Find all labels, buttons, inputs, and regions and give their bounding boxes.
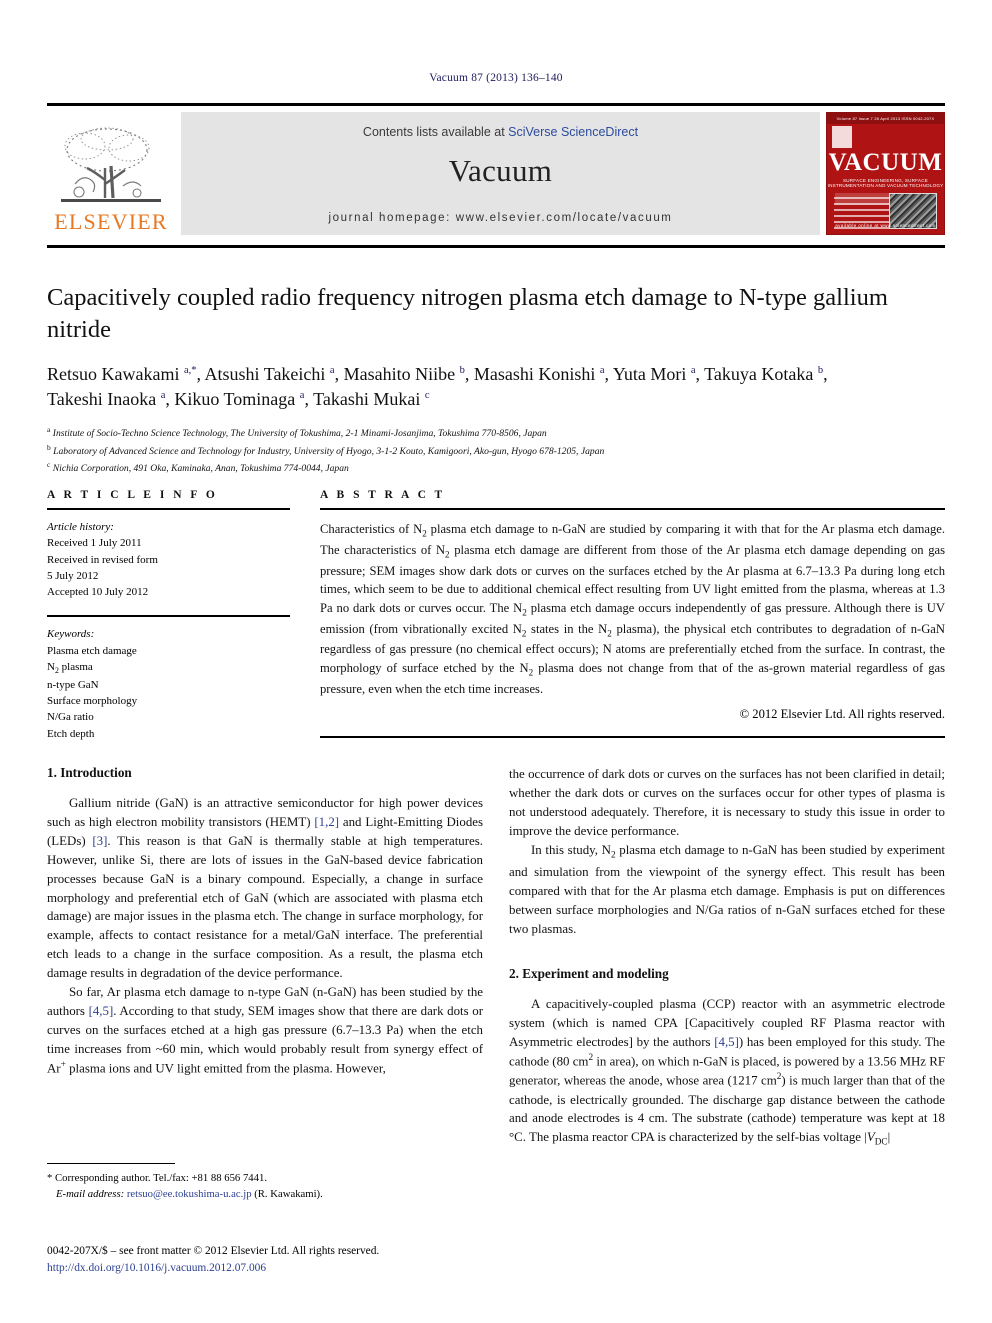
author-line-2: Takeshi Inaoka a, Kikuo Tominaga a, Taka… (47, 389, 430, 410)
intro-paragraph-3: the occurrence of dark dots or curves on… (509, 767, 945, 838)
journal-cover-thumbnail: Volume 87 Issue 7 28 April 2013 ISSN 004… (826, 112, 945, 235)
cover-title: VACUUM (828, 149, 943, 176)
info-abstract-row: A R T I C L E I N F O Article history: R… (47, 489, 945, 742)
email-label: E-mail address: (56, 1188, 125, 1201)
sciencedirect-link[interactable]: SciVerse ScienceDirect (508, 125, 638, 139)
abstract-bottom-rule (320, 736, 945, 739)
keyword-item: N2 plasma (47, 660, 93, 676)
body-right-column: the occurrence of dark dots or curves on… (509, 765, 945, 1151)
article-info-rule (47, 508, 290, 510)
cover-elsevier-mark-icon (832, 126, 852, 148)
citation-3[interactable]: [3] (92, 834, 107, 848)
cover-subtitle: SURFACE ENGINEERING, SURFACE INSTRUMENTA… (827, 178, 944, 188)
experiment-paragraph-1: A capacitively-coupled plasma (CCP) reac… (509, 997, 946, 1148)
article-info-heading: A R T I C L E I N F O (47, 489, 218, 501)
email-suffix: (R. Kawakami). (254, 1188, 323, 1201)
title-block: Capacitively coupled radio frequency nit… (47, 245, 945, 477)
citation-4-5-b[interactable]: [4,5] (714, 1035, 739, 1049)
affiliation-b: b Laboratory of Advanced Science and Tec… (47, 442, 605, 457)
intro-paragraph-2: So far, Ar plasma etch damage to n-type … (47, 985, 483, 1075)
journal-homepage[interactable]: journal homepage: www.elsevier.com/locat… (181, 212, 820, 224)
author-line-1: Retsuo Kawakami a,*, Atsushi Takeichi a,… (47, 363, 828, 384)
history-item: 5 July 2012 (47, 569, 99, 582)
keywords-list: Plasma etch damage N2 plasma n-type GaN … (47, 643, 290, 742)
journal-title: Vacuum (448, 153, 553, 188)
citation-4-5[interactable]: [4,5] (89, 1004, 114, 1018)
history-item: Accepted 10 July 2012 (47, 586, 149, 599)
section-heading-introduction: 1. Introduction (47, 765, 132, 780)
history-item: Received 1 July 2011 (47, 537, 142, 550)
affiliation-c-text: Nichia Corporation, 491 Oka, Kaminaka, A… (52, 463, 349, 475)
keyword-item: Etch depth (47, 727, 95, 740)
body-left-column: 1. Introduction Gallium nitride (GaN) is… (47, 765, 483, 1151)
cover-top-strip: Volume 87 Issue 7 28 April 2013 ISSN 004… (827, 113, 944, 124)
abstract-copyright: © 2012 Elsevier Ltd. All rights reserved… (739, 707, 945, 722)
contents-available-line: Contents lists available at SciVerse Sci… (181, 112, 820, 139)
email-note: E-mail address: retsuo@ee.tokushima-u.ac… (47, 1186, 483, 1202)
author-list: Retsuo Kawakami a,*, Atsushi Takeichi a,… (47, 362, 945, 413)
abstract-rule (320, 508, 945, 510)
corresponding-author-note: * Corresponding author. Tel./fax: +81 88… (47, 1172, 267, 1184)
page-footer: 0042-207X/$ – see front matter © 2012 El… (47, 1243, 547, 1277)
doi-link[interactable]: http://dx.doi.org/10.1016/j.vacuum.2012.… (47, 1260, 547, 1277)
article-history-label: Article history: (47, 521, 114, 533)
abstract-heading: A B S T R A C T (320, 489, 446, 501)
issn-copyright-line: 0042-207X/$ – see front matter © 2012 El… (47, 1245, 380, 1257)
running-head: Vacuum 87 (2013) 136–140 (429, 72, 563, 84)
footnote-block: * Corresponding author. Tel./fax: +81 88… (47, 1163, 483, 1203)
affiliation-b-text: Laboratory of Advanced Science and Techn… (53, 445, 605, 457)
abstract-text: Characteristics of N2 plasma etch damage… (320, 522, 945, 696)
affiliation-list: a Institute of Socio-Techno Science Tech… (47, 424, 945, 477)
paper-page: Vacuum 87 (2013) 136–140 ELSEVIER Conten… (0, 0, 992, 1323)
keyword-item: N/Ga ratio (47, 711, 94, 724)
intro-paragraph-4: In this study, N2 plasma etch damage to … (509, 842, 945, 936)
elsevier-wordmark: ELSEVIER (54, 209, 168, 234)
section-heading-experiment: 2. Experiment and modeling (509, 966, 669, 982)
elsevier-tree-icon (61, 127, 161, 202)
page-title: Capacitively coupled radio frequency nit… (47, 284, 888, 343)
footnote-rule (47, 1163, 175, 1164)
keywords-label: Keywords: (47, 628, 95, 641)
history-item: Received in revised form (47, 553, 158, 566)
article-info-column: A R T I C L E I N F O Article history: R… (47, 489, 290, 742)
affiliation-a-text: Institute of Socio-Techno Science Techno… (52, 427, 547, 439)
email-link[interactable]: retsuo@ee.tokushima-u.ac.jp (127, 1188, 252, 1200)
keyword-item: Surface morphology (47, 695, 138, 708)
body-columns: 1. Introduction Gallium nitride (GaN) is… (47, 765, 945, 1151)
elsevier-logo: ELSEVIER (47, 112, 175, 235)
article-history-list: Received 1 July 2011 Received in revised… (47, 535, 290, 600)
keyword-item: n-type GaN (47, 678, 99, 691)
keyword-item: Plasma etch damage (47, 644, 137, 657)
citation-1-2[interactable]: [1,2] (314, 815, 339, 829)
contents-prefix: Contents lists available at (362, 125, 509, 139)
sciencedirect-banner: Contents lists available at SciVerse Sci… (181, 112, 820, 235)
keywords-rule (47, 615, 290, 618)
affiliation-a: a Institute of Socio-Techno Science Tech… (47, 424, 547, 439)
journal-masthead: ELSEVIER Contents lists available at Sci… (47, 103, 945, 235)
abstract-column: A B S T R A C T Characteristics of N2 pl… (320, 489, 945, 742)
cover-footer-text: available online at www.sciencedirect.co… (835, 223, 936, 228)
affiliation-c: c Nichia Corporation, 491 Oka, Kaminaka,… (47, 460, 349, 475)
intro-paragraph-1: Gallium nitride (GaN) is an attractive s… (47, 796, 484, 981)
